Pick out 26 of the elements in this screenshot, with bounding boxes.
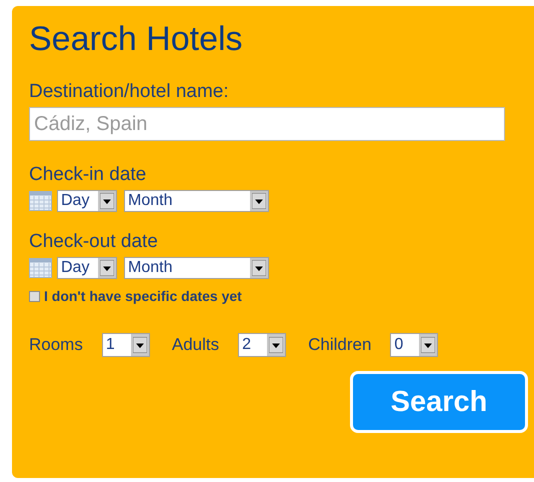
day-select[interactable]: Day	[57, 257, 117, 279]
guest-label: Rooms	[29, 335, 83, 355]
count-select[interactable]: 2	[238, 333, 286, 357]
calendar-icon[interactable]	[29, 191, 52, 211]
caret-icon	[267, 334, 286, 356]
count-select[interactable]: 0	[390, 333, 438, 357]
guest-label: Adults	[172, 335, 220, 355]
month-select[interactable]: Month	[124, 257, 269, 279]
date-label: Check-in date	[29, 164, 146, 186]
destination-field[interactable]: Cádiz, Spain	[29, 107, 505, 141]
month-select[interactable]: Month	[124, 190, 269, 212]
caret-icon	[250, 191, 268, 211]
date-label: Check-out date	[29, 231, 158, 253]
calendar-icon[interactable]	[29, 258, 52, 278]
panel-title: Search Hotels	[29, 19, 244, 59]
checkbox-label: I don't have specific dates yet	[44, 288, 242, 304]
destination-label: Destination/hotel name:	[29, 81, 229, 103]
caret-icon	[98, 258, 116, 278]
count-select[interactable]: 1	[102, 333, 150, 357]
guest-label: Children	[308, 335, 372, 355]
caret-icon	[98, 191, 116, 211]
caret-icon	[250, 258, 268, 278]
day-select[interactable]: Day	[57, 190, 117, 212]
caret-icon	[130, 334, 149, 356]
caret-icon	[419, 334, 438, 356]
checkbox[interactable]	[29, 290, 40, 302]
